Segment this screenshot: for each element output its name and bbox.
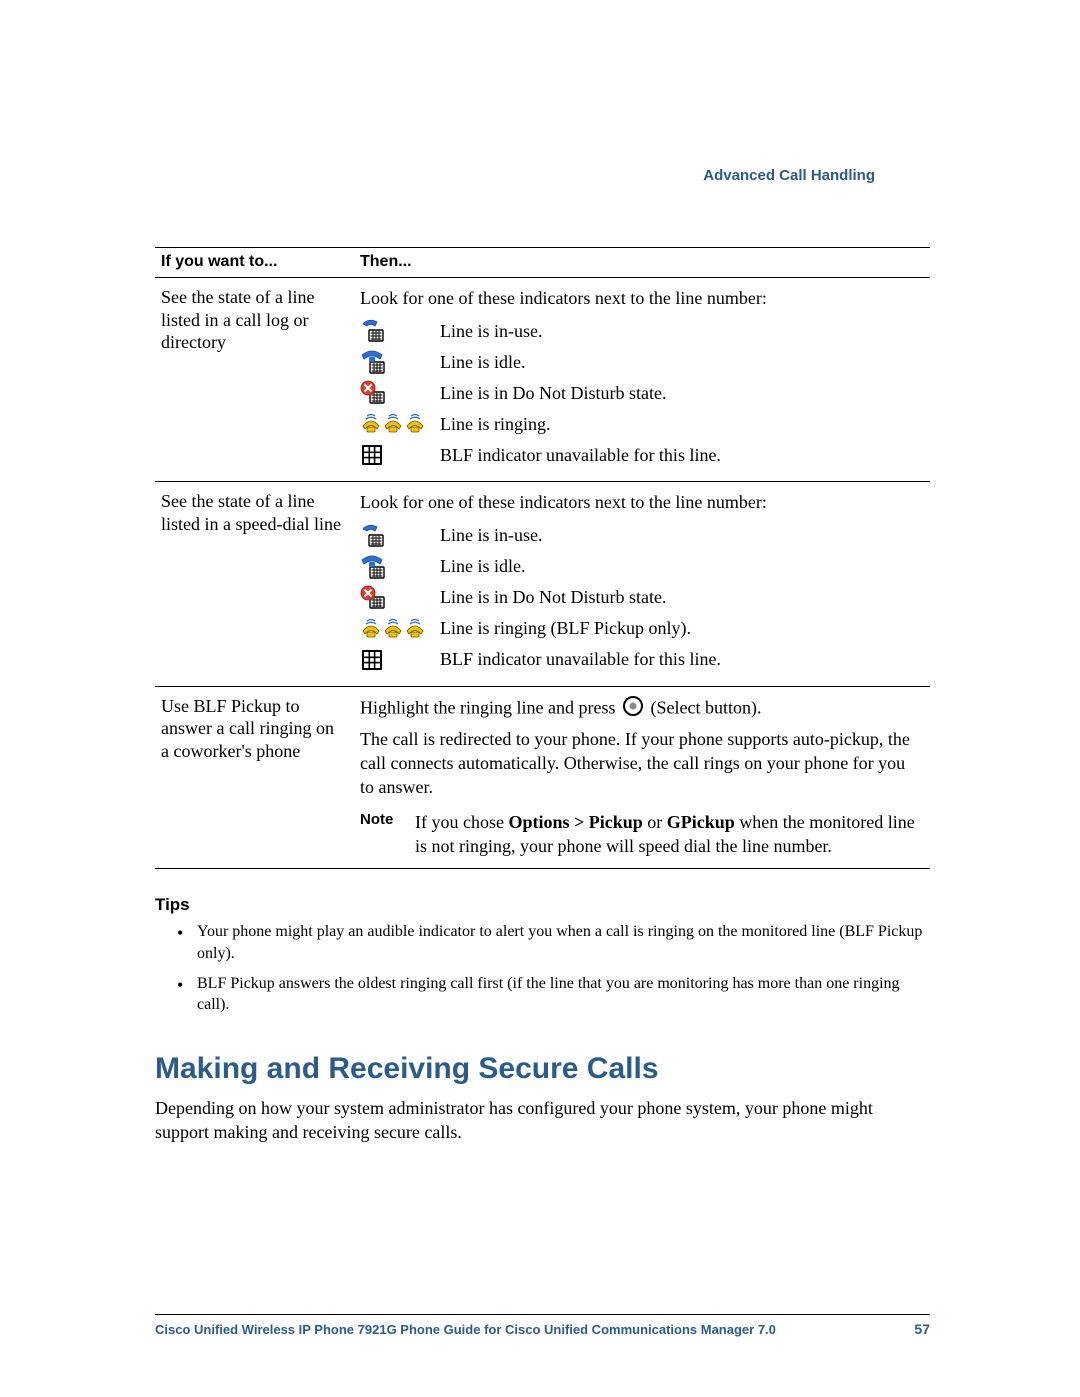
indicator-row: Line is in Do Not Disturb state. bbox=[360, 583, 922, 613]
indicator-row: BLF indicator unavailable for this line. bbox=[360, 645, 922, 675]
page-footer: Cisco Unified Wireless IP Phone 7921G Ph… bbox=[155, 1314, 930, 1337]
tips-list: Your phone might play an audible indicat… bbox=[155, 921, 930, 1015]
indicator-label: BLF indicator unavailable for this line. bbox=[440, 649, 922, 671]
indicator-row: Line is idle. bbox=[360, 552, 922, 582]
table-row: Use BLF Pickup to answer a call ringing … bbox=[155, 686, 930, 869]
indicator-row: BLF indicator unavailable for this line. bbox=[360, 440, 922, 470]
text: If you chose bbox=[415, 812, 508, 832]
bold-text: GPickup bbox=[667, 812, 735, 832]
line-ringing-icon bbox=[360, 412, 440, 436]
list-item: Your phone might play an audible indicat… bbox=[197, 921, 930, 964]
task-cell: See the state of a line listed in a call… bbox=[155, 278, 354, 482]
indicator-intro: Look for one of these indicators next to… bbox=[360, 490, 922, 514]
line-idle-icon bbox=[360, 554, 440, 580]
highlight-line: Highlight the ringing line and press (Se… bbox=[360, 695, 922, 723]
th-then: Then... bbox=[354, 248, 930, 278]
tips-heading: Tips bbox=[155, 895, 930, 915]
instruction-table: If you want to... Then... See the state … bbox=[155, 247, 930, 869]
note-block: Note If you chose Options > Pickup or GP… bbox=[360, 810, 922, 859]
text: or bbox=[643, 812, 667, 832]
table-row: See the state of a line listed in a spee… bbox=[155, 482, 930, 686]
indicator-intro: Look for one of these indicators next to… bbox=[360, 286, 922, 310]
list-item: BLF Pickup answers the oldest ringing ca… bbox=[197, 973, 930, 1016]
body-text: The call is redirected to your phone. If… bbox=[360, 727, 922, 800]
th-if-you-want-to: If you want to... bbox=[155, 248, 354, 278]
indicator-label: Line is ringing (BLF Pickup only). bbox=[440, 618, 922, 640]
indicator-row: Line is ringing. bbox=[360, 409, 922, 439]
indicator-label: Line is ringing. bbox=[440, 414, 922, 436]
indicator-label: Line is idle. bbox=[440, 556, 922, 578]
indicator-label: Line is idle. bbox=[440, 352, 922, 374]
text: (Select button). bbox=[650, 697, 761, 717]
text: Highlight the ringing line and press bbox=[360, 697, 620, 717]
section-body: Depending on how your system administrat… bbox=[155, 1096, 930, 1145]
blf-unavailable-icon bbox=[360, 443, 440, 467]
line-dnd-icon bbox=[360, 380, 440, 406]
indicator-label: Line is in-use. bbox=[440, 321, 922, 343]
indicator-label: Line is in-use. bbox=[440, 525, 922, 547]
then-cell: Look for one of these indicators next to… bbox=[354, 482, 930, 686]
page: Advanced Call Handling If you want to...… bbox=[0, 0, 1080, 1397]
then-cell: Look for one of these indicators next to… bbox=[354, 278, 930, 482]
note-label: Note bbox=[360, 810, 415, 859]
table-row: See the state of a line listed in a call… bbox=[155, 278, 930, 482]
note-text: If you chose Options > Pickup or GPickup… bbox=[415, 810, 922, 859]
line-ringing-icon bbox=[360, 617, 440, 641]
indicator-row: Line is ringing (BLF Pickup only). bbox=[360, 614, 922, 644]
indicator-row: Line is in-use. bbox=[360, 316, 922, 346]
blf-unavailable-icon bbox=[360, 648, 440, 672]
footer-page-number: 57 bbox=[914, 1321, 930, 1337]
indicator-row: Line is in-use. bbox=[360, 521, 922, 551]
indicator-label: BLF indicator unavailable for this line. bbox=[440, 445, 922, 467]
then-cell: Highlight the ringing line and press (Se… bbox=[354, 686, 930, 869]
line-dnd-icon bbox=[360, 585, 440, 611]
line-in-use-icon bbox=[360, 523, 440, 549]
task-cell: Use BLF Pickup to answer a call ringing … bbox=[155, 686, 354, 869]
section-heading: Making and Receiving Secure Calls bbox=[155, 1052, 930, 1086]
running-head: Advanced Call Handling bbox=[703, 167, 875, 184]
task-cell: See the state of a line listed in a spee… bbox=[155, 482, 354, 686]
indicator-label: Line is in Do Not Disturb state. bbox=[440, 383, 922, 405]
indicator-row: Line is idle. bbox=[360, 347, 922, 377]
line-in-use-icon bbox=[360, 318, 440, 344]
indicator-row: Line is in Do Not Disturb state. bbox=[360, 378, 922, 408]
line-idle-icon bbox=[360, 349, 440, 375]
footer-doc-title: Cisco Unified Wireless IP Phone 7921G Ph… bbox=[155, 1322, 776, 1337]
indicator-label: Line is in Do Not Disturb state. bbox=[440, 587, 922, 609]
bold-text: Options > Pickup bbox=[508, 812, 642, 832]
select-button-icon bbox=[622, 695, 644, 723]
